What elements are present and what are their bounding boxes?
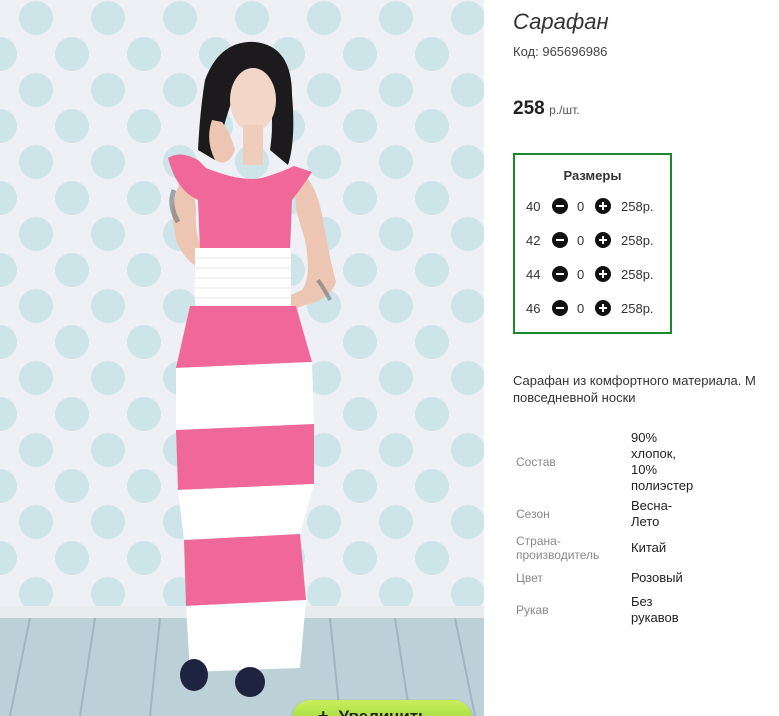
increase-quantity-button[interactable] bbox=[595, 300, 611, 316]
product-info: Сарафан Код: 965696986 258 р./шт. Размер… bbox=[513, 0, 779, 716]
increase-quantity-button[interactable] bbox=[595, 266, 611, 282]
attr-label-season: Сезон bbox=[516, 507, 550, 521]
size-row: 42 0 258р. bbox=[515, 231, 670, 251]
attr-value-country: Китай bbox=[631, 540, 667, 555]
size-row: 46 0 258р. bbox=[515, 299, 670, 319]
decrease-quantity-button[interactable] bbox=[552, 300, 568, 316]
decrease-quantity-button[interactable] bbox=[552, 198, 568, 214]
product-code-label: Код: bbox=[513, 44, 539, 59]
zoom-button-label: Увеличить bbox=[339, 707, 429, 716]
size-quantity: 0 bbox=[577, 267, 585, 282]
size-row: 40 0 258р. bbox=[515, 197, 670, 217]
size-selector-title: Размеры bbox=[563, 168, 622, 183]
increase-quantity-button[interactable] bbox=[595, 232, 611, 248]
size-row: 44 0 258р. bbox=[515, 265, 670, 285]
size-quantity: 0 bbox=[577, 233, 585, 248]
zoom-button[interactable]: + Увеличить bbox=[292, 700, 472, 716]
size-quantity: 0 bbox=[577, 301, 585, 316]
price-unit: р./шт. bbox=[549, 103, 580, 117]
size-price: 258р. bbox=[621, 267, 654, 282]
size-quantity: 0 bbox=[577, 199, 585, 214]
product-photo[interactable]: + Увеличить bbox=[0, 0, 484, 716]
minus-icon bbox=[556, 239, 564, 241]
decrease-quantity-button[interactable] bbox=[552, 266, 568, 282]
attr-value-sleeve: Без рукавов bbox=[631, 594, 679, 625]
size-selector: Размеры 40 0 258р. 42 0 258р. 44 0 258р.… bbox=[513, 153, 672, 334]
attr-value-season: Весна- Лето bbox=[631, 498, 673, 529]
attr-value-color: Розовый bbox=[631, 570, 683, 585]
product-price: 258 р./шт. bbox=[513, 98, 580, 120]
size-label: 42 bbox=[526, 233, 541, 248]
size-price: 258р. bbox=[621, 199, 654, 214]
product-image bbox=[0, 0, 484, 716]
attr-label-composition: Состав bbox=[516, 455, 556, 469]
description-line: Сарафан из комфортного материала. М bbox=[513, 373, 756, 388]
attr-label-country: Страна- производитель bbox=[516, 534, 600, 562]
description-line: повседневной носки bbox=[513, 390, 636, 405]
size-price: 258р. bbox=[621, 233, 654, 248]
price-value: 258 bbox=[513, 98, 545, 119]
minus-icon bbox=[556, 205, 564, 207]
decrease-quantity-button[interactable] bbox=[552, 232, 568, 248]
product-title: Сарафан bbox=[513, 9, 609, 34]
size-label: 40 bbox=[526, 199, 541, 214]
attr-label-sleeve: Рукав bbox=[516, 603, 549, 617]
attr-value-composition: 90% хлопок, 10% полиэстер bbox=[631, 430, 694, 493]
size-price: 258р. bbox=[621, 301, 654, 316]
plus-icon: + bbox=[318, 706, 329, 716]
increase-quantity-button[interactable] bbox=[595, 198, 611, 214]
attr-label-color: Цвет bbox=[516, 571, 543, 585]
size-label: 44 bbox=[526, 267, 541, 282]
product-code-value: 965696986 bbox=[542, 44, 608, 59]
product-description: Сарафан из комфортного материала. М повс… bbox=[513, 372, 779, 406]
minus-icon bbox=[556, 307, 564, 309]
size-label: 46 bbox=[526, 301, 541, 316]
product-code: Код: 965696986 bbox=[513, 44, 607, 59]
minus-icon bbox=[556, 273, 564, 275]
